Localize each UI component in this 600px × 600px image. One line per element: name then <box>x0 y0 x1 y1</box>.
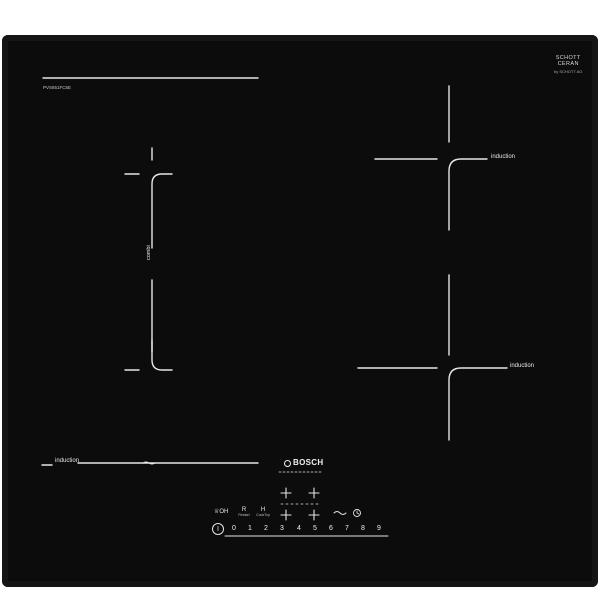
scale-0[interactable]: 0 <box>229 525 239 532</box>
scale-5[interactable]: 5 <box>310 525 320 532</box>
rear-right-arc <box>448 158 488 231</box>
child-lock-button[interactable]: ♕OH <box>214 508 228 515</box>
front-left-zone-label: induction <box>55 458 80 464</box>
scale-8[interactable]: 8 <box>358 525 368 532</box>
zone-markings <box>41 77 508 537</box>
front-right-zone-label: induction <box>510 363 535 369</box>
scale-4[interactable]: 4 <box>294 525 304 532</box>
combi-upper-arc <box>151 173 173 249</box>
powerboost-button[interactable]: H CookTop <box>255 507 271 517</box>
power-button[interactable]: I <box>212 523 224 535</box>
power-icon: I <box>217 526 219 533</box>
scale-1[interactable]: 1 <box>245 525 255 532</box>
restart-button[interactable]: R Restart <box>237 507 251 517</box>
bosch-logo: BOSCH <box>284 458 323 467</box>
scale-3[interactable]: 3 <box>277 525 287 532</box>
model-number: PVS651FC5E <box>43 85 72 90</box>
wave-icon <box>333 511 347 515</box>
rear-right-zone-label: induction <box>491 154 516 160</box>
scale-6[interactable]: 6 <box>326 525 336 532</box>
scale-7[interactable]: 7 <box>342 525 352 532</box>
front-right-arc <box>448 367 508 441</box>
combi-lower-arc <box>151 279 173 371</box>
scale-2[interactable]: 2 <box>261 525 271 532</box>
bosch-mark-icon <box>284 460 291 467</box>
schott-ceran-logo: SCHOTT CERAN by SCHOTT AG <box>554 55 583 74</box>
combi-zone-label: combi <box>146 245 152 260</box>
scale-9[interactable]: 9 <box>374 525 384 532</box>
